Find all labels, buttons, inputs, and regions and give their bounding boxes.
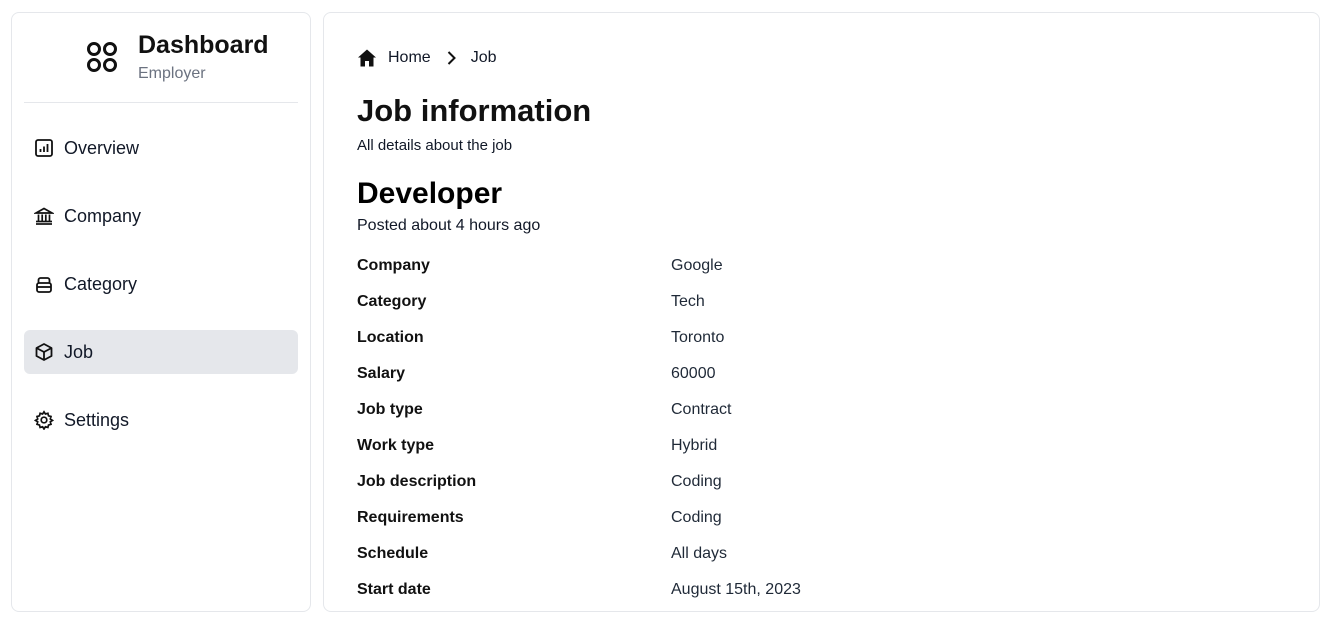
breadcrumb: Home Job bbox=[357, 47, 496, 69]
detail-value: Toronto bbox=[671, 329, 725, 346]
detail-row: Job type Contract bbox=[357, 401, 1057, 437]
sidebar-item-job[interactable]: Job bbox=[24, 330, 298, 374]
breadcrumb-current[interactable]: Job bbox=[471, 49, 497, 67]
detail-label: Company bbox=[357, 257, 430, 274]
detail-value: Contract bbox=[671, 401, 732, 418]
detail-row: Job description Coding bbox=[357, 473, 1057, 509]
detail-row: Start date August 15th, 2023 bbox=[357, 581, 1057, 617]
home-icon[interactable] bbox=[357, 48, 377, 68]
sidebar-item-label: Company bbox=[64, 205, 142, 226]
detail-label: Schedule bbox=[357, 545, 429, 562]
building-icon bbox=[34, 207, 54, 225]
detail-label: Job description bbox=[357, 473, 477, 490]
job-title: Developer bbox=[357, 177, 503, 210]
job-details-list: Company Google Category Tech Location Toron… bbox=[357, 257, 1057, 617]
detail-label: Requirements bbox=[357, 509, 464, 526]
job-posted-time: Posted about 4 hours ago bbox=[357, 217, 541, 234]
detail-value: 60000 bbox=[671, 365, 716, 382]
detail-row: Schedule All days bbox=[357, 545, 1057, 581]
detail-row: Company Google bbox=[357, 257, 1057, 293]
sidebar-item-settings[interactable]: Settings bbox=[24, 398, 298, 442]
detail-value: August 15th, 2023 bbox=[671, 581, 801, 598]
package-icon bbox=[35, 343, 53, 361]
sidebar-item-label: Category bbox=[64, 273, 138, 294]
archive-icon bbox=[36, 277, 52, 293]
brand: Dashboard Employer bbox=[24, 13, 298, 103]
detail-value: All days bbox=[671, 545, 728, 562]
apps-icon bbox=[87, 42, 117, 72]
detail-row: Requirements Coding bbox=[357, 509, 1057, 545]
detail-label: Salary bbox=[357, 365, 406, 382]
detail-label: Work type bbox=[357, 437, 435, 454]
sidebar-item-label: Settings bbox=[64, 409, 130, 430]
sidebar-item-label: Job bbox=[64, 341, 94, 362]
sidebar: Dashboard Employer Overview Company Cate… bbox=[11, 12, 311, 612]
detail-label: Start date bbox=[357, 581, 431, 598]
sidebar-item-category[interactable]: Category bbox=[24, 262, 298, 306]
detail-value: Coding bbox=[671, 509, 722, 526]
page-subtitle: All details about the job bbox=[357, 137, 513, 154]
detail-value: Hybrid bbox=[671, 437, 718, 454]
sidebar-item-label: Overview bbox=[64, 137, 140, 158]
gear-icon bbox=[34, 410, 54, 430]
detail-value: Tech bbox=[671, 293, 705, 310]
brand-title: Dashboard bbox=[138, 31, 269, 59]
detail-value: Google bbox=[671, 257, 723, 274]
bar-chart-icon bbox=[35, 139, 53, 157]
sidebar-item-company[interactable]: Company bbox=[24, 194, 298, 238]
detail-label: Location bbox=[357, 329, 424, 346]
detail-row: Salary 60000 bbox=[357, 365, 1057, 401]
detail-value: Coding bbox=[671, 473, 722, 490]
chevron-right-icon bbox=[447, 51, 456, 65]
main-panel: Home Job Job information All details abo… bbox=[323, 12, 1320, 612]
page-title: Job information bbox=[357, 93, 592, 128]
detail-row: Work type Hybrid bbox=[357, 437, 1057, 473]
detail-label: Job type bbox=[357, 401, 423, 418]
brand-subtitle: Employer bbox=[138, 65, 206, 82]
breadcrumb-home[interactable]: Home bbox=[388, 49, 431, 67]
detail-row: Location Toronto bbox=[357, 329, 1057, 365]
sidebar-item-overview[interactable]: Overview bbox=[24, 126, 298, 170]
detail-row: Category Tech bbox=[357, 293, 1057, 329]
detail-label: Category bbox=[357, 293, 427, 310]
